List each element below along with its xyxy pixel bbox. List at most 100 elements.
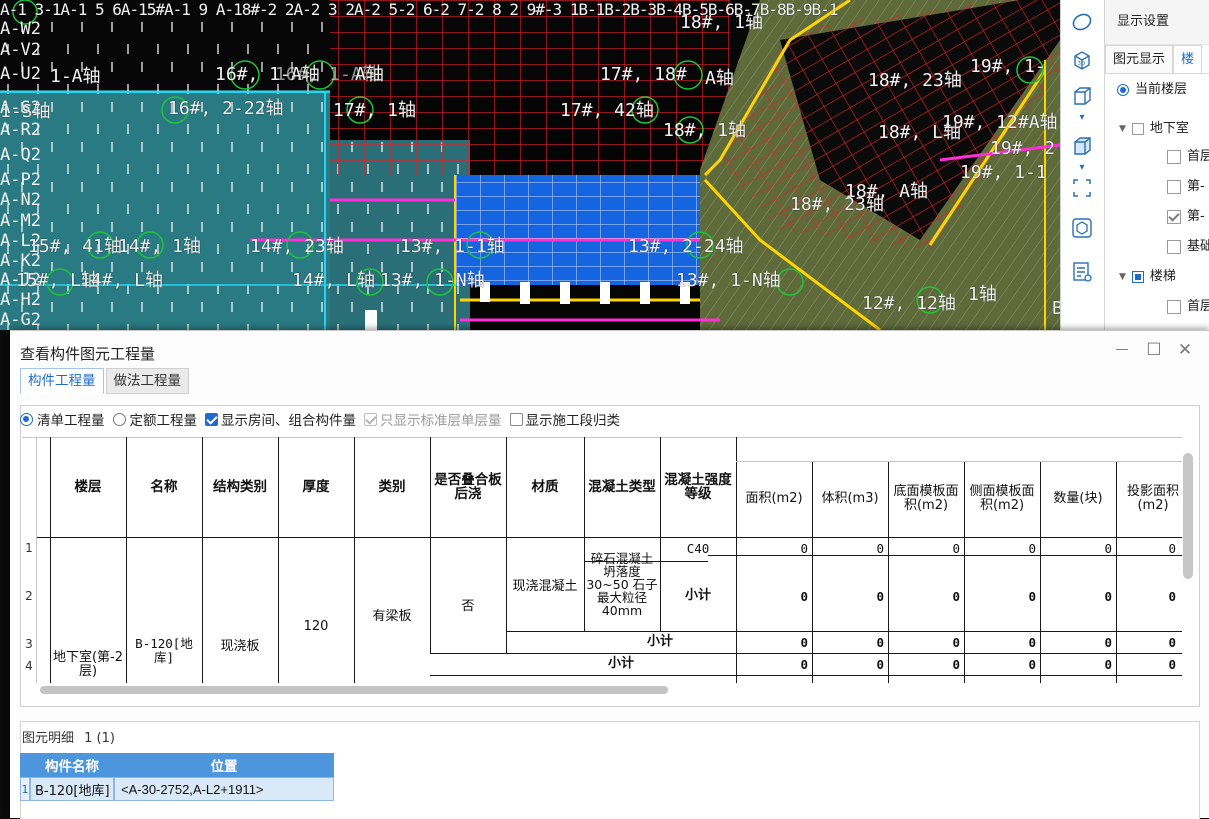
- quantity-table[interactable]: 楼层 名称 结构类别 厚度 类别 是否叠合板后浇 材质 混凝土类型 混凝土强度等…: [22, 437, 1182, 683]
- cell-area[interactable]: 0: [736, 541, 808, 556]
- cell-subtotal[interactable]: 小计: [584, 631, 736, 653]
- solid-box-icon[interactable]: [1070, 134, 1094, 158]
- std-floor-checkbox[interactable]: 只显示标准层单层量: [364, 409, 502, 429]
- list-settings-icon[interactable]: [1070, 260, 1094, 284]
- tree-node-floor[interactable]: 第-: [1167, 205, 1205, 229]
- cell-thickness[interactable]: 120: [278, 613, 354, 641]
- detail-row-number[interactable]: 1: [20, 777, 30, 801]
- checkbox[interactable]: [1167, 240, 1181, 254]
- col-area-header[interactable]: 面积(m2): [736, 461, 812, 537]
- cell-volume[interactable]: 0: [812, 589, 884, 604]
- minimize-button[interactable]: —: [1111, 339, 1133, 361]
- tab-method-qty[interactable]: 做法工程量: [105, 368, 189, 394]
- col-material-header[interactable]: 材质: [506, 437, 584, 537]
- row-number[interactable]: 4: [22, 659, 36, 673]
- tab-component-qty[interactable]: 构件工程量: [20, 368, 104, 394]
- col-proj-area-header[interactable]: 投影面积(m2): [1118, 461, 1182, 537]
- show-rooms-checkbox[interactable]: 显示房间、组合构件量: [205, 409, 356, 429]
- col-thickness-header[interactable]: 厚度: [278, 437, 354, 537]
- row-number[interactable]: 3: [22, 637, 36, 651]
- cell-area[interactable]: 0: [736, 589, 808, 604]
- tab-element-display[interactable]: 图元显示: [1105, 45, 1174, 73]
- cell-side-form[interactable]: 0: [964, 541, 1036, 556]
- cell-volume[interactable]: 0: [812, 657, 884, 672]
- col-count-header[interactable]: 数量(块): [1040, 461, 1116, 537]
- cad-drawing-canvas[interactable]: A-1 3-1A-1 5 6A-15#A-1 9 A-18#-2 2A-2 3 …: [0, 0, 1060, 330]
- current-floor-radio[interactable]: 当前楼层: [1117, 78, 1187, 102]
- cell-volume[interactable]: 0: [812, 635, 884, 650]
- cell-struct-type[interactable]: 现浇板: [202, 633, 278, 661]
- cell-count[interactable]: 0: [1040, 541, 1112, 556]
- cell-bottom-form[interactable]: 0: [888, 635, 960, 650]
- chevron-down-icon[interactable]: ▾: [1070, 110, 1094, 124]
- 3d-view-icon[interactable]: 3D: [1070, 48, 1094, 72]
- cell-bottom-form[interactable]: 0: [888, 657, 960, 672]
- cell-concrete-grade[interactable]: C40: [660, 537, 736, 561]
- col-struct-header[interactable]: 结构类别: [202, 437, 278, 537]
- component-view-icon[interactable]: [1070, 216, 1094, 240]
- rotate-view-icon[interactable]: [1070, 10, 1094, 34]
- col-category-header[interactable]: 类别: [354, 437, 430, 537]
- table-horizontal-scrollbar[interactable]: [34, 685, 1192, 695]
- tree-expand-icon[interactable]: ▼: [1119, 265, 1126, 289]
- select-region-icon[interactable]: [1070, 176, 1094, 200]
- cell-subtotal[interactable]: 小计: [506, 653, 736, 675]
- col-floor-header[interactable]: 楼层: [50, 437, 126, 537]
- cell-area[interactable]: 0: [736, 657, 808, 672]
- row-number[interactable]: 1: [22, 541, 36, 555]
- tree-node-floor[interactable]: 基础: [1167, 235, 1209, 259]
- cell-floor[interactable]: 地下室(第-2层): [50, 647, 126, 683]
- col-name-header[interactable]: 名称: [126, 437, 202, 537]
- checkbox-partial[interactable]: [1131, 271, 1144, 283]
- col-side-form-header[interactable]: 侧面模板面积(m2): [968, 461, 1036, 537]
- box-view-icon[interactable]: [1070, 84, 1094, 108]
- quota-qty-radio[interactable]: 定额工程量: [112, 409, 197, 429]
- cell-side-form[interactable]: 0: [964, 657, 1036, 672]
- tree-node-stairs[interactable]: ▼ 楼梯: [1119, 265, 1176, 289]
- checkbox[interactable]: [1167, 150, 1181, 164]
- checkbox[interactable]: [1131, 123, 1144, 135]
- col-postpour-header[interactable]: 是否叠合板后浇: [434, 437, 502, 537]
- checkbox-checked[interactable]: [1167, 210, 1181, 224]
- cell-area[interactable]: 0: [736, 635, 808, 650]
- col-volume-header[interactable]: 体积(m3): [812, 461, 888, 537]
- tree-expand-icon[interactable]: ▼: [1119, 117, 1126, 141]
- col-bottom-form-header[interactable]: 底面模板面积(m2): [892, 461, 960, 537]
- tree-node-basement[interactable]: ▼ 地下室: [1119, 117, 1189, 141]
- cell-bottom-form[interactable]: 0: [888, 541, 960, 556]
- cell-volume[interactable]: 0: [812, 541, 884, 556]
- cell-proj-area[interactable]: 0: [1116, 541, 1176, 556]
- tree-node-floor[interactable]: 首层: [1167, 145, 1209, 169]
- cell-proj-area[interactable]: 0: [1116, 657, 1176, 672]
- tree-node-floor[interactable]: 首层: [1167, 295, 1209, 319]
- col-concrete-grade-header[interactable]: 混凝土强度等级: [664, 437, 732, 537]
- checkbox[interactable]: [1167, 300, 1181, 314]
- cell-post-pour[interactable]: 否: [430, 593, 506, 621]
- row-number[interactable]: 2: [22, 589, 36, 603]
- list-qty-radio[interactable]: 清单工程量: [20, 409, 105, 429]
- scrollbar-thumb[interactable]: [40, 686, 668, 694]
- cell-name[interactable]: B-120[地库]: [126, 633, 202, 669]
- cell-side-form[interactable]: 0: [964, 589, 1036, 604]
- detail-cell-position[interactable]: <A-30-2752,A-L2+1911>: [114, 777, 334, 801]
- show-segment-checkbox[interactable]: 显示施工段归类: [509, 409, 620, 429]
- tree-node-floor[interactable]: 第-: [1167, 175, 1205, 199]
- cell-count[interactable]: 0: [1040, 635, 1112, 650]
- cell-proj-area[interactable]: 0: [1116, 635, 1176, 650]
- detail-col-pos-header[interactable]: 位置: [114, 753, 334, 777]
- close-button[interactable]: ✕: [1174, 339, 1196, 361]
- cell-proj-area[interactable]: 0: [1116, 589, 1176, 604]
- checkbox[interactable]: [1167, 180, 1181, 194]
- detail-col-name-header[interactable]: 构件名称: [30, 753, 114, 777]
- cell-side-form[interactable]: 0: [964, 635, 1036, 650]
- table-vertical-scrollbar[interactable]: [1183, 453, 1193, 579]
- cell-category[interactable]: 有梁板: [354, 603, 430, 631]
- detail-cell-name[interactable]: B-120[地库]: [30, 777, 114, 801]
- tab-floor-display[interactable]: 楼: [1173, 45, 1203, 73]
- cell-subtotal[interactable]: 小计: [660, 561, 736, 631]
- maximize-button[interactable]: ☐: [1143, 339, 1165, 361]
- cell-concrete-type[interactable]: 碎石混凝土 坍落度30~50 石子最大粒径40mm: [586, 537, 658, 631]
- cell-count[interactable]: 0: [1040, 657, 1112, 672]
- col-concrete-type-header[interactable]: 混凝土类型: [588, 437, 656, 537]
- cell-bottom-form[interactable]: 0: [888, 589, 960, 604]
